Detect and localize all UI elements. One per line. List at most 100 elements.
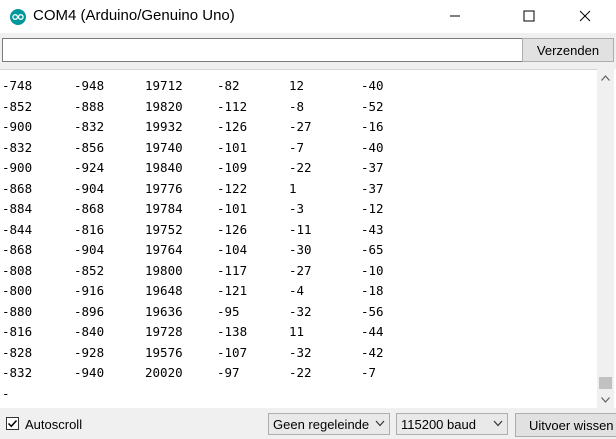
output-value: 19740	[145, 139, 183, 155]
output-value: -27	[289, 119, 312, 134]
output-value: -22	[289, 365, 312, 380]
output-value: -117	[217, 262, 248, 278]
output-value: 19752	[145, 221, 183, 237]
output-value: 19728	[145, 324, 183, 339]
output-value: -844	[2, 221, 33, 237]
close-icon	[579, 10, 591, 22]
maximize-icon	[523, 10, 535, 22]
output-value: -828	[2, 344, 33, 360]
scrollbar-thumb[interactable]	[599, 377, 612, 389]
output-value: -924	[74, 160, 105, 175]
output-value: -880	[2, 303, 33, 319]
output-value: -97	[217, 365, 240, 380]
output-value: -27	[289, 262, 312, 278]
output-value: -884	[2, 201, 33, 216]
output-value: -916	[74, 283, 105, 298]
vertical-scrollbar[interactable]	[597, 69, 614, 408]
output-value: -7	[361, 365, 377, 380]
output-value: 19712	[145, 78, 183, 93]
output-value: -904	[74, 242, 105, 257]
output-value: -888	[74, 98, 105, 114]
status-bar: Autoscroll Geen regeleinde 115200 baud U…	[0, 408, 616, 439]
output-value: -65	[361, 242, 384, 257]
send-button[interactable]: Verzenden	[522, 38, 614, 62]
output-value: -16	[361, 119, 384, 134]
output-value: -37	[361, 160, 384, 175]
title-bar: COM4 (Arduino/Genuino Uno)	[0, 0, 616, 33]
output-value: -82	[217, 78, 240, 93]
output-value: -126	[217, 119, 248, 134]
output-value: 19764	[145, 242, 183, 257]
output-value: -11	[289, 221, 312, 237]
output-value: -32	[289, 303, 312, 319]
output-value: -56	[361, 303, 384, 319]
output-value: -42	[361, 344, 384, 360]
output-value: -126	[217, 221, 248, 237]
output-value: -40	[361, 78, 384, 93]
output-value: 19840	[145, 160, 183, 175]
output-value: -928	[74, 344, 105, 360]
output-value: 1	[289, 180, 297, 196]
baud-rate-select[interactable]: 115200 baud	[396, 413, 508, 435]
scroll-up-button[interactable]	[597, 69, 614, 86]
output-value: -940	[74, 365, 105, 380]
line-ending-select[interactable]: Geen regeleinde	[268, 413, 390, 435]
send-input[interactable]	[2, 38, 523, 62]
minimize-icon	[450, 15, 460, 17]
minimize-button[interactable]	[432, 0, 478, 32]
output-value: -138	[217, 324, 248, 339]
output-value: 19800	[145, 262, 183, 278]
serial-output[interactable]: -748 -948 19712 -82 12 -40 -852 -888 19820 -112 -8…	[0, 69, 597, 409]
arrow-down-icon	[601, 396, 610, 403]
send-bar: Verzenden	[0, 33, 616, 69]
output-value: -948	[74, 78, 105, 93]
output-value: -22	[289, 160, 312, 175]
scroll-down-button[interactable]	[597, 391, 614, 408]
output-value: -832	[2, 139, 33, 155]
output-value: -840	[74, 324, 105, 339]
output-value: -856	[74, 139, 105, 155]
output-value: -122	[217, 180, 248, 196]
output-value: -816	[2, 324, 33, 339]
output-value: -101	[217, 139, 248, 155]
output-value: -800	[2, 283, 33, 298]
output-value: -900	[2, 160, 33, 175]
output-value: 19784	[145, 201, 183, 216]
output-value: 19932	[145, 119, 183, 134]
output-value: 19648	[145, 283, 183, 298]
output-value: -112	[217, 98, 248, 114]
output-value: -107	[217, 344, 248, 360]
output-value: -868	[74, 201, 105, 216]
chevron-down-icon	[375, 420, 385, 427]
close-button[interactable]	[562, 0, 608, 32]
output-value: -18	[361, 283, 384, 298]
output-value: -852	[74, 262, 105, 278]
output-value: -52	[361, 98, 384, 114]
output-value: -868	[2, 180, 33, 196]
output-value: 19576	[145, 344, 183, 360]
output-value: 12	[289, 78, 305, 93]
output-cursor-line: -	[2, 385, 10, 401]
chevron-down-icon	[493, 420, 503, 427]
output-value: -121	[217, 283, 248, 298]
maximize-button[interactable]	[506, 0, 552, 32]
output-value: -900	[2, 119, 33, 134]
output-value: -832	[2, 365, 33, 380]
output-value: -748	[2, 78, 33, 93]
output-value: 19820	[145, 98, 183, 114]
output-value: -37	[361, 180, 384, 196]
output-value: -852	[2, 98, 33, 114]
output-value: 19636	[145, 303, 183, 319]
output-value: -101	[217, 201, 248, 216]
output-value: -904	[74, 180, 105, 196]
autoscroll-checkbox[interactable]	[6, 417, 19, 430]
output-value: -4	[289, 283, 305, 298]
output-value: -95	[217, 303, 240, 319]
output-value: -816	[74, 221, 105, 237]
output-value: -896	[74, 303, 105, 319]
output-value: -44	[361, 324, 384, 339]
arrow-up-icon	[601, 74, 610, 81]
output-value: -3	[289, 201, 305, 216]
output-value: -7	[289, 139, 305, 155]
clear-output-button[interactable]: Uitvoer wissen	[515, 413, 616, 437]
